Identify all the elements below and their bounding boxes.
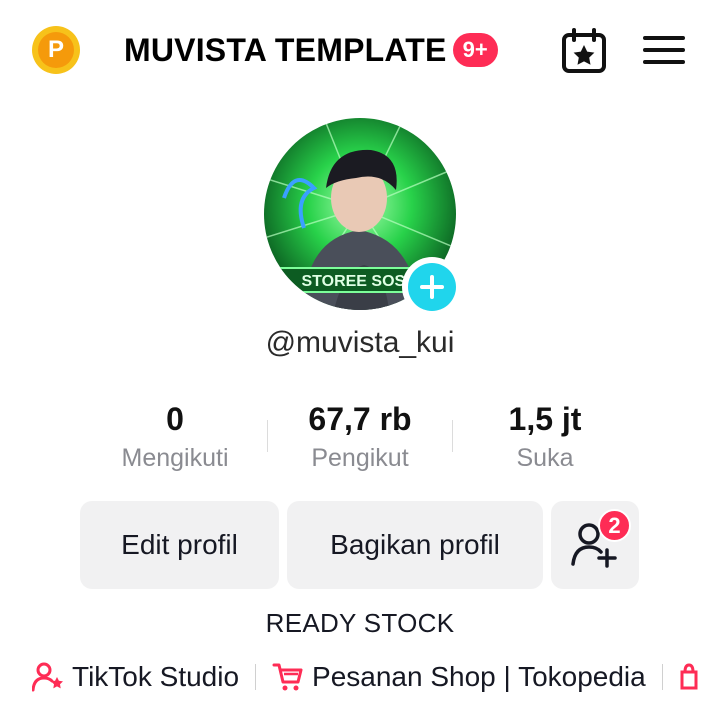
edit-profile-button[interactable]: Edit profil <box>80 501 279 589</box>
share-profile-button[interactable]: Bagikan profil <box>287 501 543 589</box>
add-avatar-button[interactable] <box>402 257 462 317</box>
shop-bag-icon[interactable] <box>679 662 699 692</box>
hamburger-menu-icon[interactable] <box>643 34 685 66</box>
link-tiktok-studio[interactable]: TikTok Studio <box>32 661 239 693</box>
stat-label: Suka <box>516 444 574 472</box>
avatar-overlay-text: STOREE SOSM <box>301 273 418 290</box>
cart-icon <box>272 663 303 691</box>
bio-text: READY STOCK <box>265 608 455 638</box>
link-divider <box>661 664 663 690</box>
stat-label: Mengikuti <box>121 444 229 472</box>
stat-followers[interactable]: 67,7 rb Pengikut <box>265 398 455 473</box>
coin-icon[interactable]: P <box>32 26 80 74</box>
link-label: Pesanan Shop | Tokopedia <box>312 661 646 692</box>
stat-value: 0 <box>166 401 184 437</box>
link-divider <box>255 664 257 690</box>
notification-badge: 9+ <box>452 33 498 67</box>
person-star-icon <box>32 662 63 692</box>
stat-value: 67,7 rb <box>308 401 412 437</box>
stat-label: Pengikut <box>311 444 409 472</box>
stat-value: 1,5 jt <box>508 401 582 437</box>
profile-title: MUVISTA TEMPLATE <box>124 31 447 68</box>
stat-likes[interactable]: 1,5 jt Suka <box>450 398 640 473</box>
stat-following[interactable]: 0 Mengikuti <box>80 398 270 473</box>
calendar-star-icon[interactable] <box>560 28 608 74</box>
username: @muvista_kui <box>265 326 455 359</box>
profile-links-row: TikTok Studio Pesanan Shop | Tokopedia <box>32 655 699 699</box>
friend-request-badge: 2 <box>598 509 631 542</box>
link-label: TikTok Studio <box>72 661 240 692</box>
coin-letter: P <box>38 32 74 68</box>
top-bar: P MUVISTA TEMPLATE 9+ <box>0 0 720 100</box>
plus-icon <box>420 275 444 299</box>
account-switcher[interactable]: MUVISTA TEMPLATE 9+ <box>124 28 498 72</box>
link-shop-orders[interactable]: Pesanan Shop | Tokopedia <box>272 661 646 693</box>
